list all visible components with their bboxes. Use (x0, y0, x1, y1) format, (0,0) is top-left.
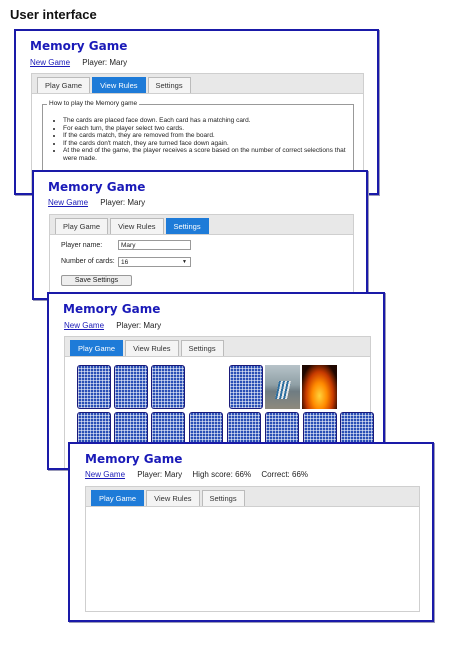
tab-view-rules[interactable]: View Rules (125, 340, 179, 356)
rules-list: The cards are placed face down. Each car… (43, 117, 353, 162)
card-back[interactable] (114, 365, 148, 409)
player-label: Player: Mary (116, 321, 162, 330)
rules-legend: How to play the Memory game (47, 100, 140, 107)
card-back[interactable] (77, 365, 111, 409)
panel-settings: Memory Game New Game Player: Mary Play G… (32, 170, 368, 300)
tab-settings[interactable]: Settings (147, 77, 191, 93)
panel-score: Memory Game New Game Player: Mary High s… (68, 442, 434, 622)
tab-view-rules[interactable]: View Rules (146, 490, 200, 506)
tab-bar: Play Game View Rules Settings (32, 74, 363, 94)
rule-item: If the cards don't match, they are turne… (63, 140, 353, 148)
player-name-label: Player name: (61, 242, 103, 249)
card-face-beach[interactable] (265, 365, 300, 409)
save-settings-button[interactable]: Save Settings (61, 275, 132, 286)
num-cards-label: Number of cards: (61, 258, 115, 265)
tab-bar: Play Game View Rules Settings (65, 337, 370, 357)
tab-settings[interactable]: Settings (180, 340, 224, 356)
card-back[interactable] (229, 365, 263, 409)
app-title: Memory Game (85, 452, 183, 466)
new-game-link[interactable]: New Game (64, 321, 104, 330)
player-label: Player: Mary (82, 58, 128, 67)
player-label: Player: Mary (100, 198, 146, 207)
rule-item: For each turn, the player select two car… (63, 125, 353, 133)
tab-settings[interactable]: Settings (165, 218, 209, 234)
tab-container: Play Game View Rules Settings Player nam… (49, 214, 354, 298)
tab-bar: Play Game View Rules Settings (86, 487, 419, 507)
tab-settings[interactable]: Settings (201, 490, 245, 506)
tab-play-game[interactable]: Play Game (37, 77, 91, 93)
new-game-link[interactable]: New Game (85, 470, 125, 479)
app-title: Memory Game (63, 302, 161, 316)
beach-chair-image (275, 381, 291, 399)
player-label: Player: Mary (137, 470, 183, 479)
rule-item: If the cards match, they are removed fro… (63, 132, 353, 140)
chevron-down-icon: ▼ (182, 259, 187, 265)
num-cards-value: 16 (121, 259, 129, 266)
tab-play-game[interactable]: Play Game (91, 490, 145, 506)
app-title: Memory Game (30, 39, 128, 53)
rule-item: At the end of the game, the player recei… (63, 147, 353, 162)
card-face-fire[interactable] (302, 365, 337, 409)
tab-container: Play Game View Rules Settings (85, 486, 420, 612)
new-game-link[interactable]: New Game (30, 58, 70, 67)
rule-item: The cards are placed face down. Each car… (63, 117, 353, 125)
num-cards-select[interactable]: 16 ▼ (118, 257, 191, 267)
player-name-input[interactable]: Mary (118, 240, 191, 250)
tab-view-rules[interactable]: View Rules (92, 77, 146, 93)
high-score-label: High score: 66% (192, 470, 252, 479)
tab-play-game[interactable]: Play Game (55, 218, 109, 234)
tab-bar: Play Game View Rules Settings (50, 215, 353, 235)
tab-play-game[interactable]: Play Game (70, 340, 124, 356)
card-back[interactable] (151, 365, 185, 409)
app-title: Memory Game (48, 180, 146, 194)
page-heading: User interface (10, 7, 97, 22)
correct-label: Correct: 66% (261, 470, 309, 479)
tab-view-rules[interactable]: View Rules (110, 218, 164, 234)
new-game-link[interactable]: New Game (48, 198, 88, 207)
